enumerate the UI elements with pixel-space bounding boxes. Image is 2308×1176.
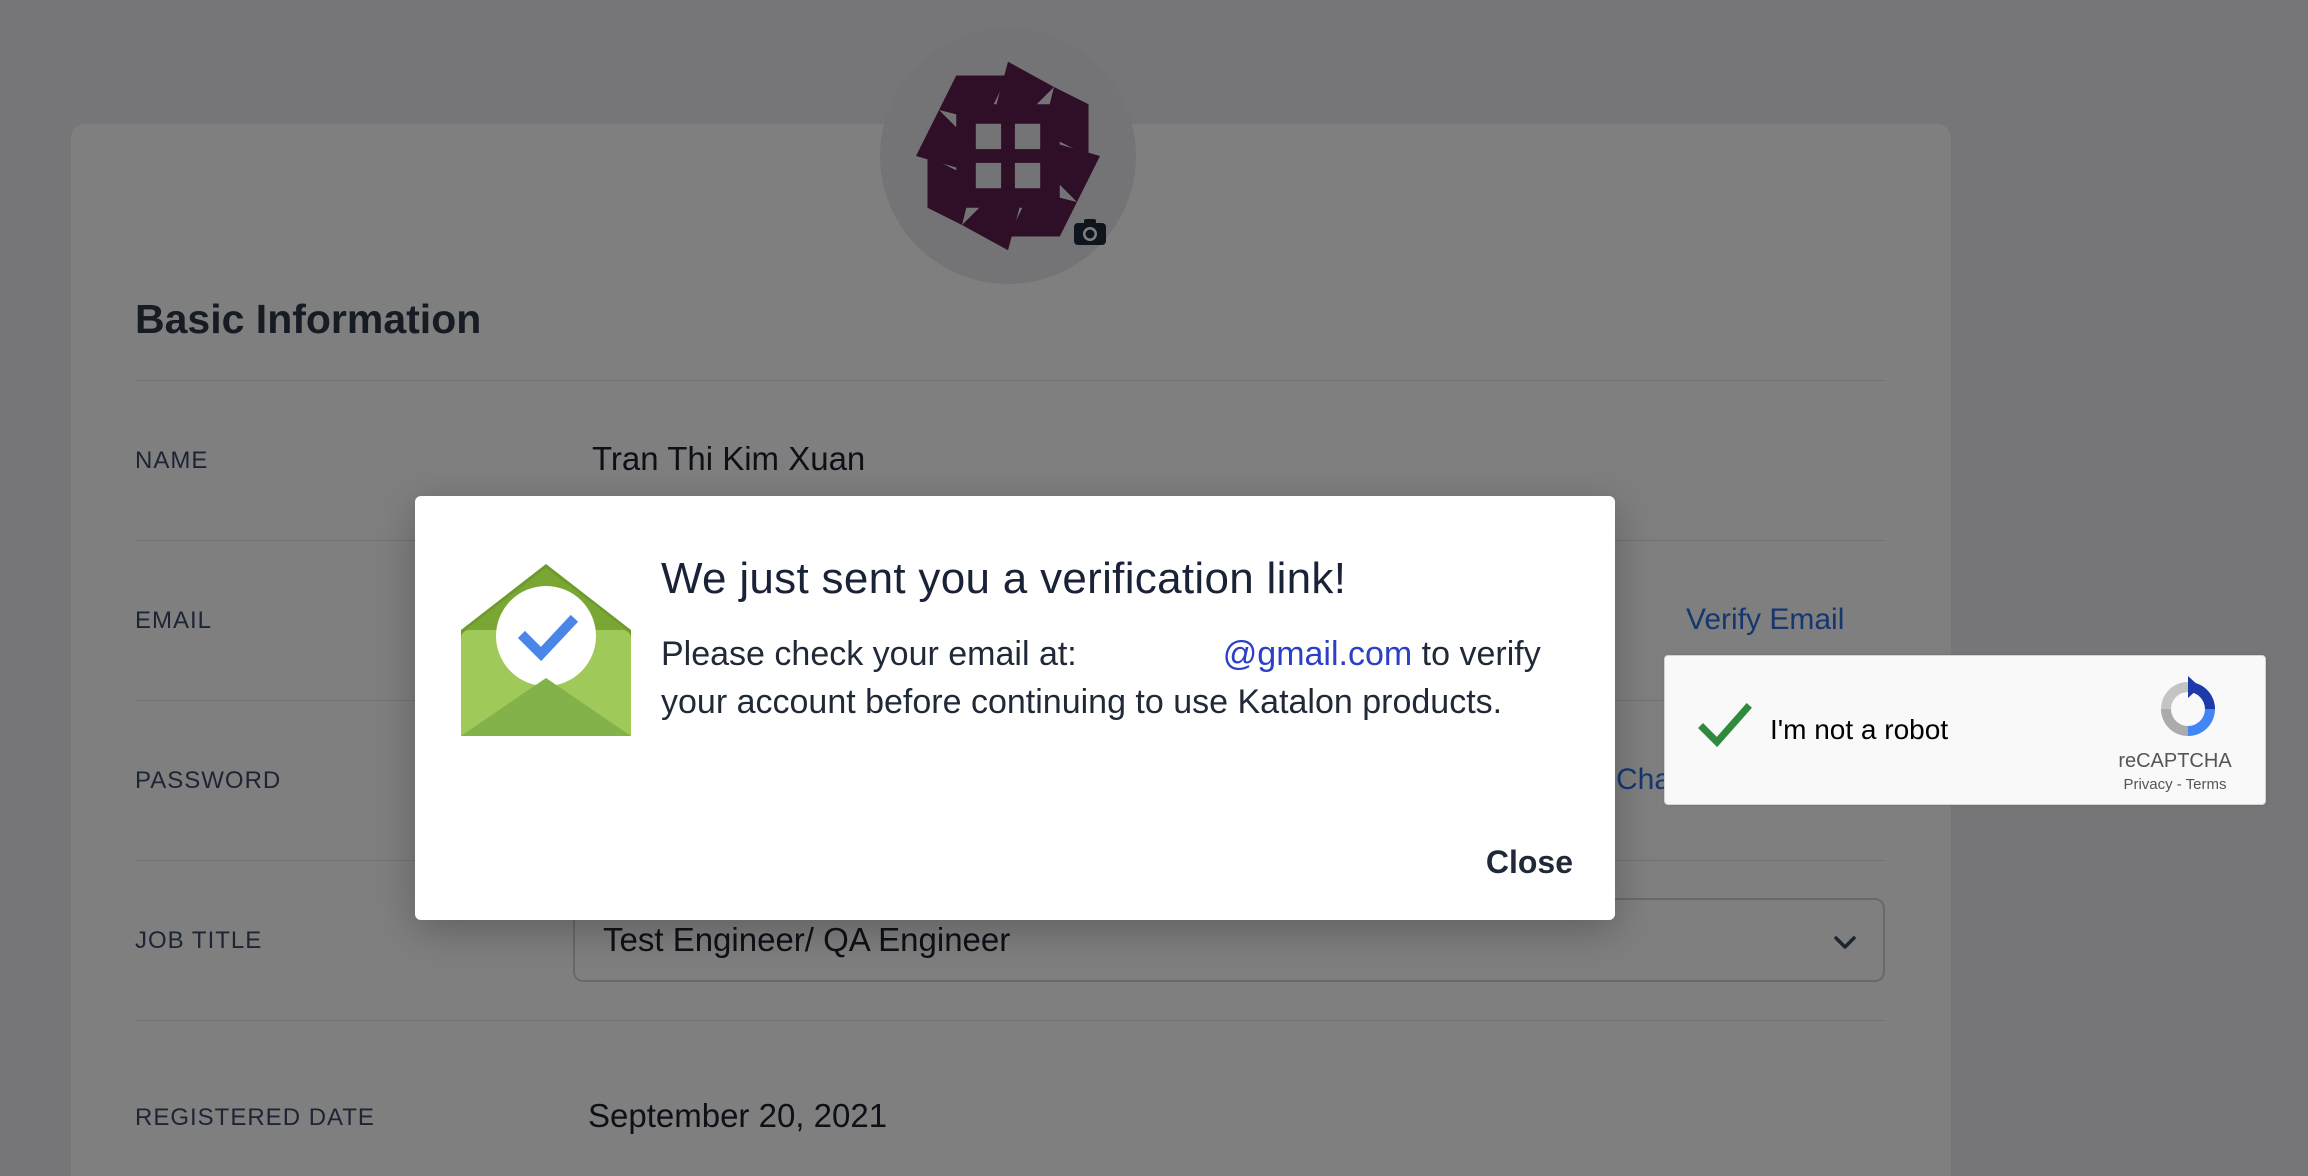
recaptcha-label: I'm not a robot (1770, 714, 1949, 745)
modal-message-prefix: Please check your email at: (661, 635, 1077, 673)
recaptcha-brand: reCAPTCHA (2118, 750, 2232, 772)
close-button[interactable]: Close (1486, 844, 1573, 881)
modal-message: Please check your email at: @gmail.com to… (661, 630, 1581, 726)
email-address-link[interactable]: @gmail.com (1223, 635, 1412, 673)
envelope-check-icon (461, 564, 631, 736)
modal-title: We just sent you a verification link! (661, 554, 1347, 603)
recaptcha-logo-icon (2161, 676, 2215, 736)
recaptcha-privacy-terms-links[interactable]: Privacy - Terms (2093, 776, 2257, 793)
checkmark-icon[interactable] (1695, 696, 1755, 756)
recaptcha-widget[interactable]: I'm not a robot reCAPTCHA Privacy - Term… (1664, 655, 2266, 805)
verification-modal: We just sent you a verification link! Pl… (415, 496, 1615, 920)
